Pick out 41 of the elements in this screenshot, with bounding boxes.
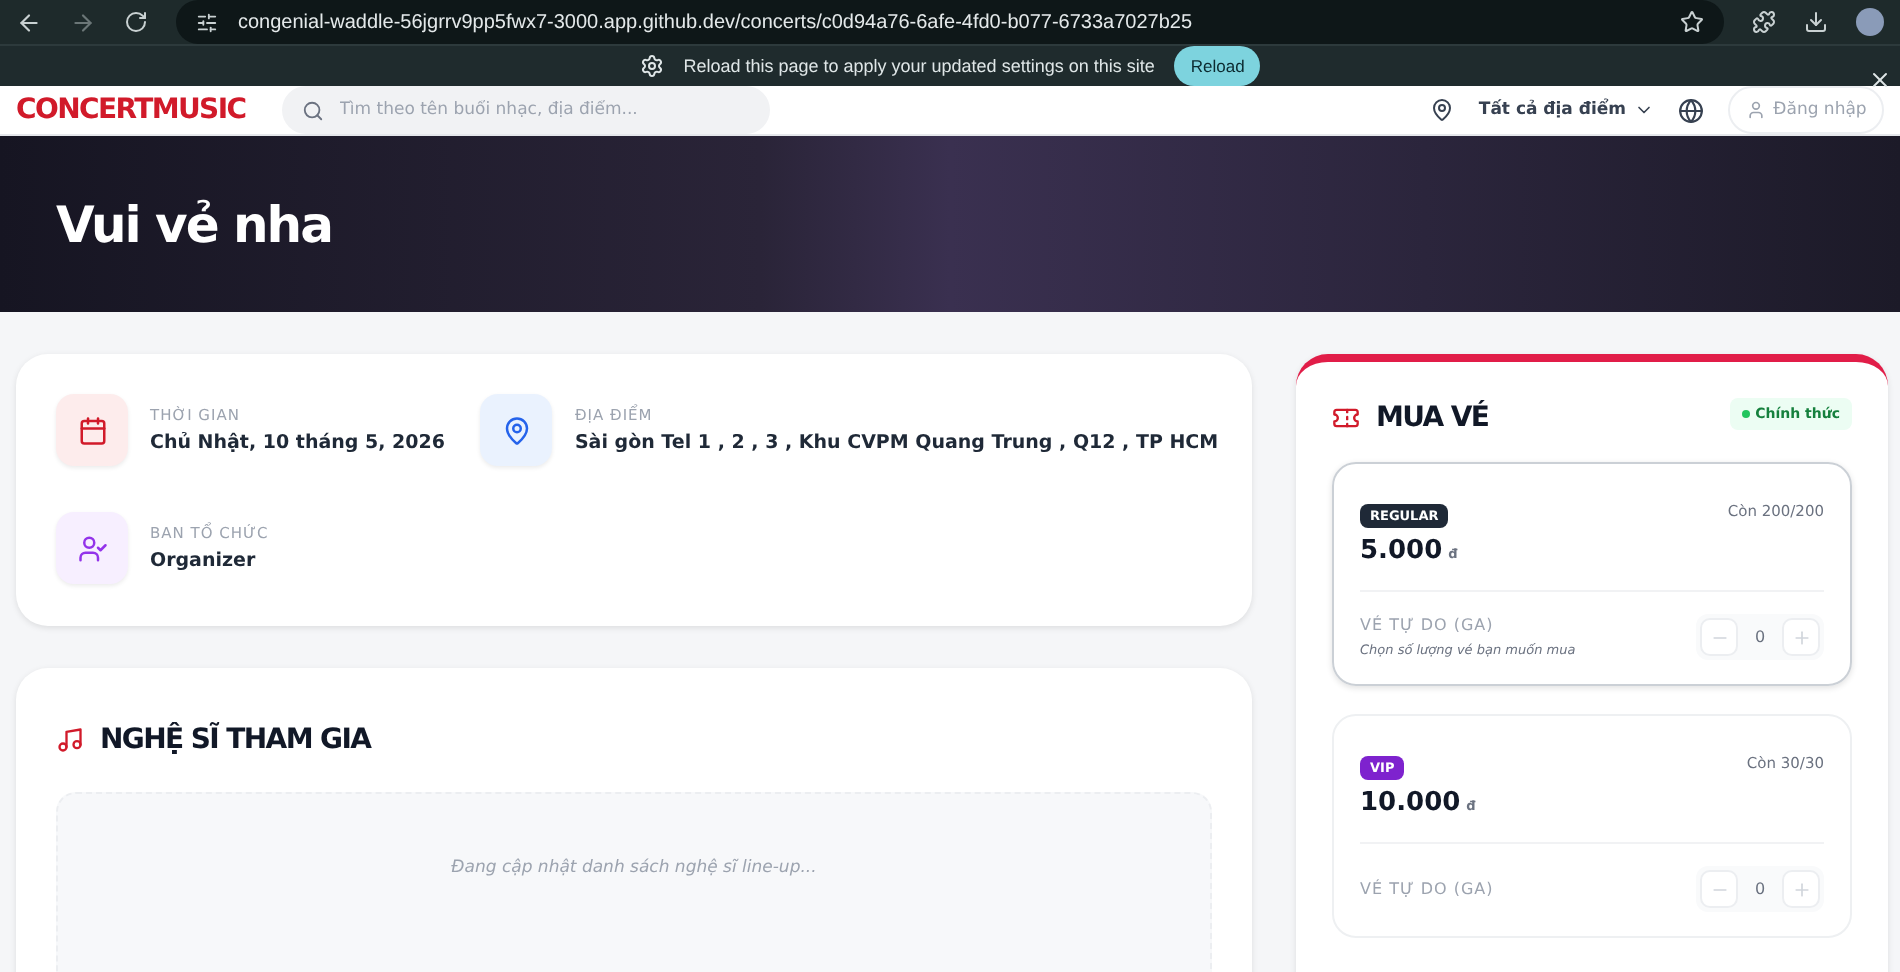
info-value: Organizer	[150, 550, 258, 572]
logo[interactable]: CONCERTMUSIC	[16, 94, 246, 126]
section-title: NGHỆ SĨ THAM GIA	[100, 724, 371, 756]
gear-icon	[639, 54, 664, 78]
ticket-type: VÉ TỰ DO (GA)	[1360, 880, 1494, 898]
search-input[interactable]: Tìm theo tên buổi nhạc, địa điểm...	[335, 98, 750, 122]
reload-button[interactable]: Reload	[1174, 46, 1261, 86]
download-icon[interactable]	[1804, 10, 1828, 34]
search-icon	[301, 99, 324, 121]
back-icon[interactable]	[16, 9, 42, 35]
forward-icon[interactable]	[70, 9, 96, 35]
profile-avatar[interactable]	[1856, 8, 1884, 36]
map-pin-icon	[1430, 98, 1455, 122]
calendar-icon	[77, 415, 107, 445]
star-icon[interactable]	[1680, 10, 1704, 34]
info-value: Sài gòn Tel 1 , 2 , 3 , Khu CVPM Quang Trung , Q12 , TP HCM	[574, 432, 1219, 454]
map-pin-icon	[501, 415, 532, 445]
address-bar[interactable]: congenial-waddle-56jgrrv9pp5fwx7-3000.app.github.dev/concerts/c0d94a76-6afe-4fd0-b077-6733a7027b25	[176, 0, 1724, 44]
info-value: Chủ Nhật, 10 tháng 5, 2026	[150, 432, 445, 454]
concert-title: Vui vẻ nha	[56, 195, 332, 253]
close-icon[interactable]	[1868, 68, 1892, 92]
ticket-type: VÉ TỰ DO (GA)	[1360, 616, 1496, 634]
user-icon	[1745, 100, 1766, 120]
quantity-value: 0	[1752, 880, 1768, 898]
site-settings-icon[interactable]	[196, 11, 218, 33]
plus-icon	[1791, 879, 1811, 899]
quantity-value: 0	[1752, 628, 1768, 646]
empty-message: Đang cập nhật danh sách nghệ sĩ line-up...	[451, 858, 817, 878]
music-note-icon	[56, 726, 84, 754]
user-check-icon	[77, 533, 107, 563]
plus-icon	[1791, 627, 1811, 647]
infobar-message: Reload this page to apply your updated settings on this site	[683, 56, 1155, 76]
globe-icon[interactable]	[1678, 97, 1704, 123]
search-field[interactable]: Tìm theo tên buổi nhạc, địa điểm...	[281, 86, 770, 134]
puzzle-icon[interactable]	[1752, 10, 1776, 34]
reload-icon[interactable]	[124, 10, 148, 34]
section-title: MUA VÉ	[1376, 402, 1489, 434]
url-text: congenial-waddle-56jgrrv9pp5fwx7-3000.app.github.dev/concerts/c0d94a76-6afe-4fd0-b077-6733a7027b25	[238, 11, 1193, 33]
status-dot	[1741, 410, 1750, 418]
location-dropdown[interactable]: Tất cả địa điểm	[1478, 100, 1654, 120]
ticket-icon	[1332, 404, 1360, 432]
